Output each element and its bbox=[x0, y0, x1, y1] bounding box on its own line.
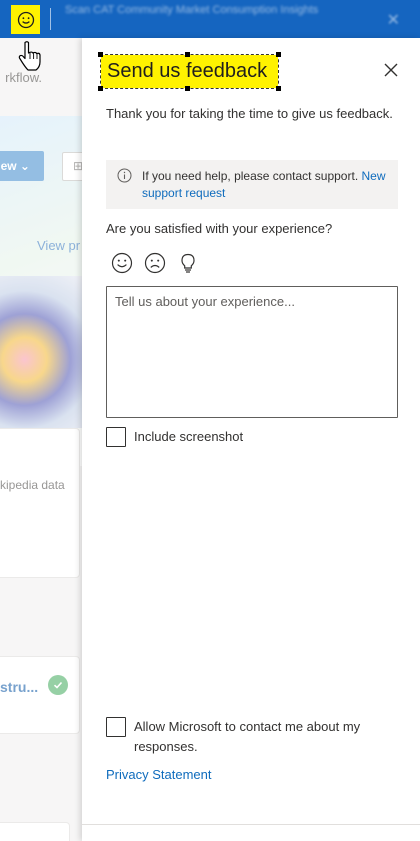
contact-permission-label: Allow Microsoft to contact me about my r… bbox=[134, 719, 361, 754]
satisfied-button[interactable] bbox=[110, 251, 133, 274]
window-close-icon[interactable]: ✕ bbox=[387, 10, 400, 30]
panel-footer-divider bbox=[82, 824, 420, 825]
selection-handle bbox=[276, 86, 282, 91]
lightbulb-icon bbox=[180, 253, 195, 273]
include-screenshot-option[interactable]: Include screenshot bbox=[106, 427, 243, 447]
thanks-text: Thank you for taking the time to give us… bbox=[106, 106, 393, 121]
close-button[interactable] bbox=[378, 57, 404, 83]
feedback-textarea[interactable] bbox=[106, 286, 398, 418]
support-info-box: If you need help, please contact support… bbox=[106, 160, 398, 209]
feedback-panel: Send us feedback Thank you for taking th… bbox=[82, 38, 420, 841]
selection-handle bbox=[98, 52, 103, 57]
smile-icon bbox=[111, 252, 132, 273]
satisfaction-question: Are you satisfied with your experience? bbox=[106, 221, 333, 236]
suggestion-button[interactable] bbox=[176, 251, 199, 274]
selection-handle bbox=[276, 52, 282, 57]
support-info-text: If you need help, please contact support… bbox=[142, 169, 359, 183]
frown-icon bbox=[144, 252, 165, 273]
top-divider bbox=[50, 8, 51, 30]
contact-permission-checkbox[interactable] bbox=[106, 717, 126, 737]
dissatisfied-button[interactable] bbox=[143, 251, 166, 274]
selection-handle bbox=[185, 52, 190, 57]
selection-handle bbox=[185, 86, 190, 91]
close-icon bbox=[384, 63, 398, 77]
include-screenshot-label: Include screenshot bbox=[134, 429, 244, 444]
include-screenshot-checkbox[interactable] bbox=[106, 427, 126, 447]
contact-permission-option[interactable]: Allow Microsoft to contact me about my r… bbox=[106, 717, 398, 757]
info-icon bbox=[117, 168, 132, 183]
top-bar: Scan CAT Community Market Consumption In… bbox=[0, 0, 420, 38]
window-title: Scan CAT Community Market Consumption In… bbox=[65, 4, 319, 16]
hand-cursor-icon bbox=[18, 41, 41, 71]
panel-title-highlight: Send us feedback bbox=[98, 52, 282, 91]
smiley-icon bbox=[17, 11, 34, 28]
satisfaction-options bbox=[110, 251, 199, 274]
feedback-button[interactable] bbox=[11, 5, 40, 34]
panel-title: Send us feedback bbox=[107, 60, 268, 82]
privacy-statement-link[interactable]: Privacy Statement bbox=[106, 767, 212, 782]
selection-handle bbox=[98, 86, 103, 91]
